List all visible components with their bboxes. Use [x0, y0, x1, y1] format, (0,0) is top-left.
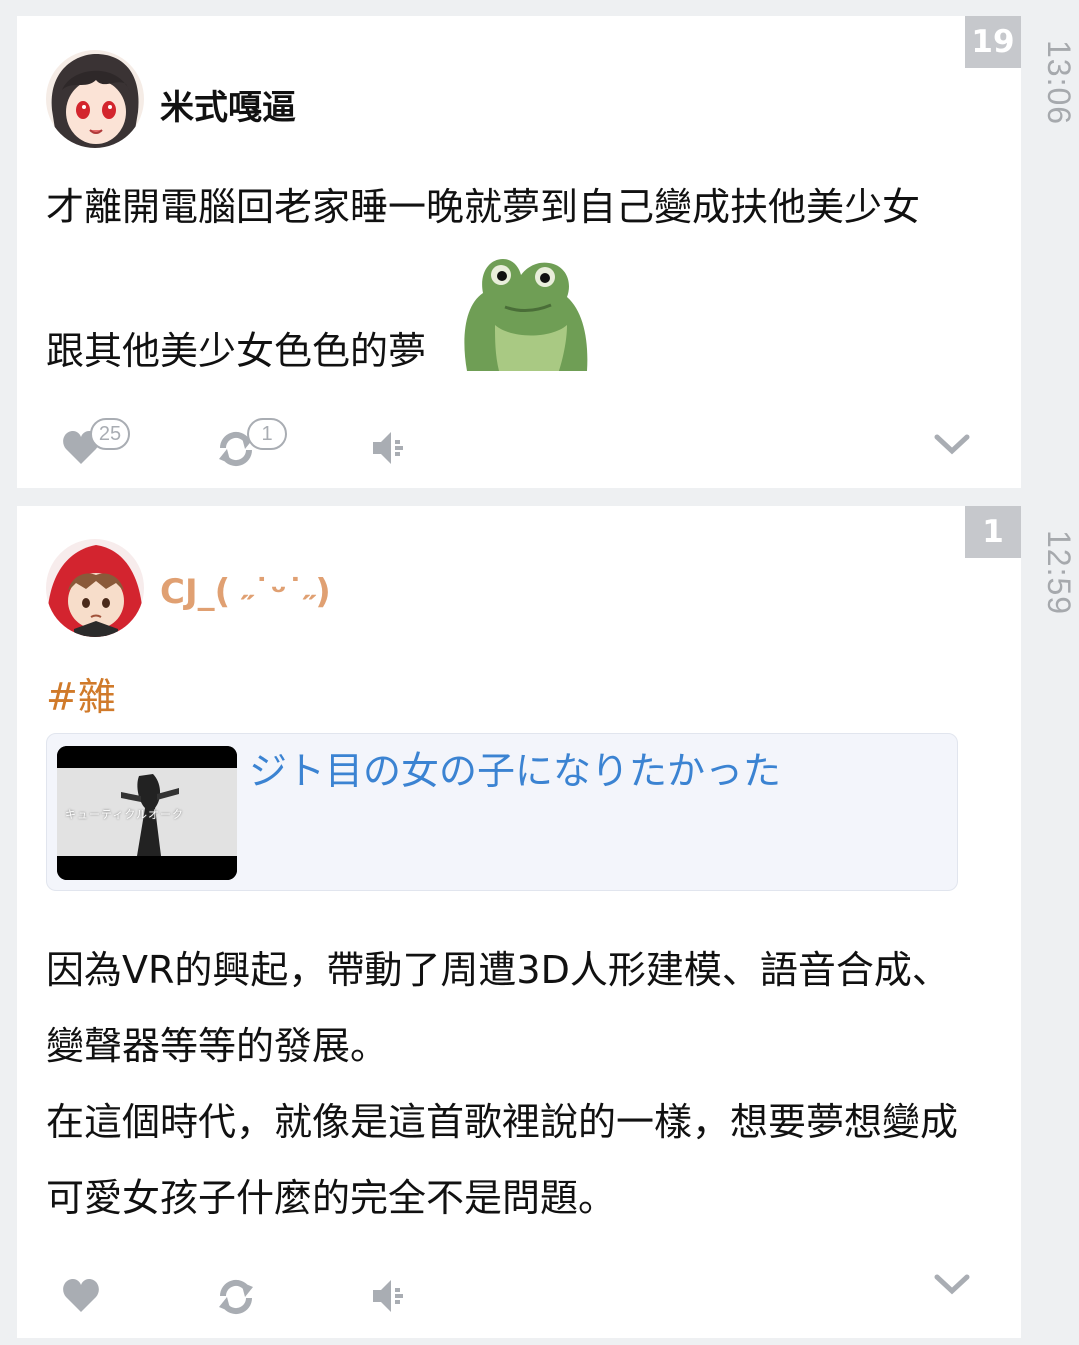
video-thumbnail: キューティクルオーク — [57, 746, 237, 880]
username[interactable]: CJ_( ˶˙ᵕ˙˶) — [160, 572, 331, 612]
link-title[interactable]: ジト目の女の子になりたかった — [249, 740, 781, 795]
read-aloud-button[interactable] — [371, 1268, 415, 1328]
read-aloud-button[interactable] — [371, 420, 415, 480]
post-body-line: 跟其他美少女色色的夢 — [46, 329, 427, 373]
avatar[interactable] — [46, 539, 144, 637]
repost-icon — [219, 1279, 253, 1315]
username[interactable]: 米式嘎逼 — [160, 80, 296, 129]
post-body-paragraph: 因為VR的興起，帶動了周遭3D人形建模、語音合成、變聲器等等的發展。 — [46, 948, 950, 1068]
like-count: 25 — [90, 418, 130, 450]
post-body-paragraph: 在這個時代，就像是這首歌裡說的一樣，想要夢想變成可愛女孩子什麼的完全不是問題。 — [46, 1100, 959, 1220]
post-card[interactable]: 19 米式嘎逼 才離開電腦回老家睡一晚就夢到自己變成扶他美少女 跟其他美少女色色… — [17, 16, 1021, 488]
action-bar: 25 1 — [46, 418, 981, 480]
expand-button[interactable] — [932, 1268, 972, 1328]
like-button[interactable] — [62, 1268, 106, 1328]
speaker-icon — [373, 1280, 403, 1312]
post-number-badge: 1 — [965, 506, 1021, 558]
avatar[interactable] — [46, 50, 144, 148]
speaker-icon — [373, 432, 403, 464]
post-time: 12:59 — [1041, 530, 1077, 616]
hashtag[interactable]: #雜 — [46, 666, 116, 721]
post-number-badge: 19 — [965, 16, 1021, 68]
thumbnail-caption: キューティクルオーク — [65, 808, 185, 821]
repost-count: 1 — [247, 418, 287, 450]
post-time: 13:06 — [1041, 40, 1077, 126]
post-body-line: 才離開電腦回老家睡一晚就夢到自己變成扶他美少女 — [46, 185, 921, 229]
repost-button[interactable]: 1 — [217, 418, 297, 480]
link-preview-card[interactable]: キューティクルオーク ジト目の女の子になりたかった — [46, 733, 958, 891]
post-card[interactable]: 1 CJ_( ˶˙ᵕ˙˶) #雜 キューティクルオーク ジト目の女の子になりたか… — [17, 506, 1021, 1338]
like-button[interactable]: 25 — [62, 418, 132, 480]
frog-sticker — [455, 255, 591, 371]
repost-button[interactable] — [217, 1268, 261, 1328]
chevron-down-icon — [934, 434, 970, 455]
action-bar — [46, 1268, 981, 1328]
expand-button[interactable] — [932, 420, 972, 480]
chevron-down-icon — [934, 1274, 970, 1295]
heart-icon — [63, 1279, 99, 1312]
